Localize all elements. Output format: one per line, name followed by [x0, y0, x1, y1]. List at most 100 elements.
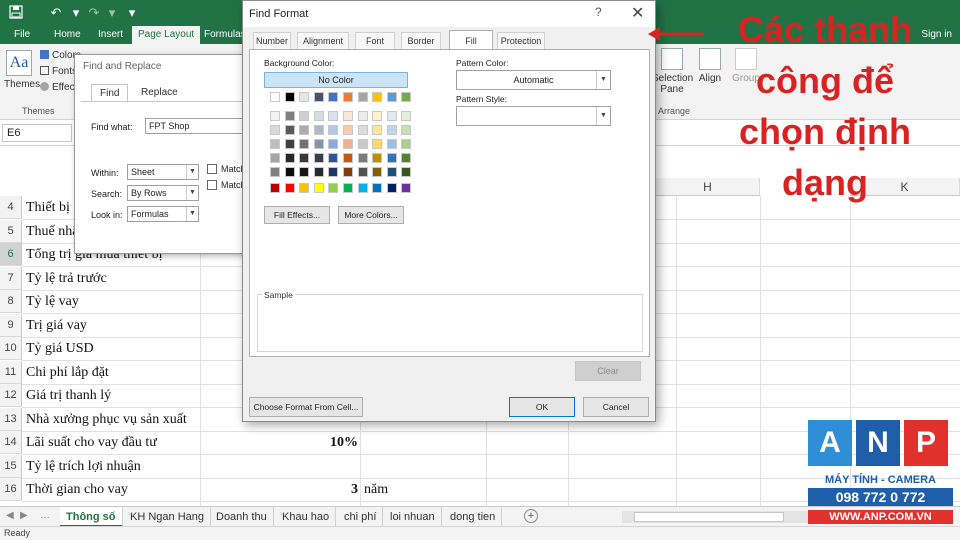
color-swatch[interactable]: [328, 111, 338, 121]
scrollbar-thumb[interactable]: [634, 512, 784, 522]
themes-icon[interactable]: Aa: [6, 50, 32, 76]
row-header[interactable]: 12: [0, 384, 22, 407]
color-swatch[interactable]: [270, 111, 280, 121]
redo-dropdown-icon[interactable]: ▾: [104, 5, 120, 21]
color-swatch[interactable]: [270, 167, 280, 177]
row-header[interactable]: 5: [0, 220, 22, 243]
row-header[interactable]: 10: [0, 337, 22, 360]
color-swatch[interactable]: [401, 111, 411, 121]
tab-insert[interactable]: Insert: [92, 26, 129, 44]
color-swatch[interactable]: [270, 92, 280, 102]
color-swatch[interactable]: [299, 153, 309, 163]
sheet-tab-khau-hao[interactable]: Khau hao: [276, 507, 337, 527]
undo-icon[interactable]: ↶: [48, 5, 64, 21]
tab-fill[interactable]: Fill: [449, 30, 493, 50]
help-button[interactable]: ?: [595, 5, 602, 19]
close-icon[interactable]: ✕: [631, 3, 644, 23]
sheet-next-icon[interactable]: ▶: [20, 510, 28, 521]
customize-toolbar-icon[interactable]: ▾: [124, 5, 140, 21]
row-header[interactable]: 11: [0, 361, 22, 384]
sheet-tab-doanh-thu[interactable]: Doanh thu: [210, 507, 274, 527]
tab-find[interactable]: Find: [91, 84, 129, 102]
cell-label[interactable]: Lãi suất cho vay đầu tư: [26, 431, 157, 454]
color-swatch[interactable]: [401, 139, 411, 149]
color-swatch[interactable]: [358, 153, 368, 163]
cell-label[interactable]: Thuế nhậ: [26, 220, 78, 243]
no-color-button[interactable]: No Color: [264, 72, 408, 88]
choose-format-from-cell-button[interactable]: Choose Format From Cell...: [249, 397, 363, 417]
color-swatch[interactable]: [358, 111, 368, 121]
add-sheet-icon[interactable]: +: [524, 509, 538, 523]
tab-border[interactable]: Border: [401, 32, 441, 49]
cell-label[interactable]: Tỷ lệ trả trước: [26, 267, 107, 290]
color-swatch[interactable]: [372, 167, 382, 177]
color-swatch[interactable]: [401, 153, 411, 163]
color-swatch[interactable]: [343, 167, 353, 177]
color-swatch[interactable]: [372, 92, 382, 102]
sheet-prev-icon[interactable]: ◀: [6, 510, 14, 521]
more-colors-button[interactable]: More Colors...: [338, 206, 404, 224]
color-swatch[interactable]: [387, 167, 397, 177]
color-swatch[interactable]: [372, 125, 382, 135]
color-swatch[interactable]: [285, 125, 295, 135]
cell-value[interactable]: [300, 455, 358, 478]
tab-protection[interactable]: Protection: [497, 32, 545, 49]
color-swatch-standard[interactable]: [285, 183, 295, 193]
color-swatch-standard[interactable]: [358, 183, 368, 193]
match-case-checkbox[interactable]: [207, 164, 217, 174]
color-swatch[interactable]: [314, 111, 324, 121]
save-icon[interactable]: [8, 5, 24, 21]
cell-label[interactable]: Thời gian cho vay: [26, 478, 128, 501]
color-swatch[interactable]: [372, 139, 382, 149]
pattern-style-select[interactable]: ▼: [456, 106, 611, 126]
color-swatch[interactable]: [285, 139, 295, 149]
color-swatch[interactable]: [343, 153, 353, 163]
color-swatch[interactable]: [387, 153, 397, 163]
selection-pane-button[interactable]: Selection Pane: [652, 48, 693, 95]
color-swatch[interactable]: [270, 139, 280, 149]
cell-label[interactable]: Tỷ giá USD: [26, 337, 94, 360]
row-header[interactable]: 13: [0, 408, 22, 431]
color-swatch[interactable]: [343, 139, 353, 149]
row-header[interactable]: 9: [0, 314, 22, 337]
row-header[interactable]: 8: [0, 290, 22, 313]
undo-dropdown-icon[interactable]: ▾: [68, 5, 84, 21]
tab-number[interactable]: Number: [253, 32, 291, 49]
color-swatch[interactable]: [401, 167, 411, 177]
tab-font[interactable]: Font: [355, 32, 395, 49]
color-swatch[interactable]: [285, 153, 295, 163]
color-swatch[interactable]: [314, 167, 324, 177]
color-swatch[interactable]: [387, 111, 397, 121]
color-swatch[interactable]: [358, 167, 368, 177]
sheet-tab-kh-ngan-hang[interactable]: KH Ngan Hang: [124, 507, 211, 527]
color-swatch[interactable]: [299, 167, 309, 177]
cell-label[interactable]: Chi phí lắp đặt: [26, 361, 109, 384]
color-swatch-standard[interactable]: [401, 183, 411, 193]
ok-button[interactable]: OK: [509, 397, 575, 417]
color-swatch-standard[interactable]: [328, 183, 338, 193]
row-header[interactable]: 7: [0, 267, 22, 290]
cell-label[interactable]: Trị giá vay: [26, 314, 87, 337]
color-swatch[interactable]: [285, 167, 295, 177]
color-swatch[interactable]: [343, 125, 353, 135]
search-select[interactable]: By Rows ▼: [127, 185, 199, 201]
color-swatch[interactable]: [372, 111, 382, 121]
row-header[interactable]: 4: [0, 196, 22, 219]
cell-label[interactable]: Tỷ lệ vay: [26, 290, 79, 313]
color-swatch[interactable]: [328, 153, 338, 163]
tab-replace[interactable]: Replace: [133, 84, 186, 102]
tab-page-layout[interactable]: Page Layout: [132, 26, 201, 44]
row-header[interactable]: 15: [0, 455, 22, 478]
cell-label[interactable]: Giá trị thanh lý: [26, 384, 111, 407]
fonts-button[interactable]: Fonts: [40, 66, 77, 77]
color-swatch-standard[interactable]: [270, 183, 280, 193]
color-swatch[interactable]: [270, 125, 280, 135]
color-swatch[interactable]: [358, 92, 368, 102]
color-swatch[interactable]: [358, 125, 368, 135]
color-swatch[interactable]: [328, 139, 338, 149]
sheet-tab-dong-tien[interactable]: dong tien: [444, 507, 503, 527]
color-swatch[interactable]: [387, 125, 397, 135]
fill-effects-button[interactable]: Fill Effects...: [264, 206, 330, 224]
color-swatch[interactable]: [387, 139, 397, 149]
cancel-button[interactable]: Cancel: [583, 397, 649, 417]
